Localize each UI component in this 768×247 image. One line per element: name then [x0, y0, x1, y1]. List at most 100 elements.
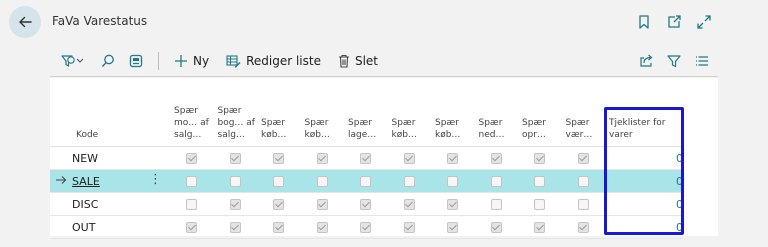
table-row[interactable]: NEW 0 — [50, 146, 683, 170]
checkbox-checked[interactable] — [229, 199, 241, 210]
spaer-cell — [300, 215, 344, 239]
spaer-cell — [431, 192, 475, 216]
column-header-spaer[interactable]: Spær bog… af salg… — [213, 78, 257, 147]
column-header-spaer[interactable]: Spær ned… — [474, 78, 518, 147]
checkbox-checked[interactable] — [490, 153, 502, 164]
search-icon[interactable] — [100, 47, 116, 75]
bookmark-icon[interactable] — [634, 12, 654, 32]
kode-cell[interactable]: DISC — [72, 192, 170, 216]
spaer-cell — [518, 215, 562, 239]
checkbox-unchecked[interactable] — [447, 176, 459, 187]
checkbox-checked[interactable] — [186, 153, 198, 164]
spaer-cell — [561, 215, 605, 239]
checkbox-unchecked[interactable] — [534, 176, 546, 187]
column-header-kode[interactable]: Kode — [72, 78, 170, 147]
column-header-spaer[interactable]: Spær vær… — [561, 78, 605, 147]
spaer-cell — [257, 169, 301, 193]
checkbox-checked[interactable] — [229, 222, 241, 233]
checkbox-checked[interactable] — [577, 222, 589, 233]
filter-views-icon — [61, 55, 84, 67]
toolbar-separator — [158, 52, 159, 70]
checkbox-checked[interactable] — [534, 222, 546, 233]
spaer-cell — [213, 146, 257, 170]
checkbox-checked[interactable] — [534, 153, 546, 164]
open-new-window-icon[interactable] — [664, 12, 684, 32]
table-row[interactable]: OUT 0 — [50, 215, 683, 239]
new-button[interactable]: Ny — [174, 47, 209, 75]
checkbox-unchecked[interactable] — [490, 199, 502, 210]
kode-value[interactable]: OUT — [72, 221, 95, 234]
column-header-spaer[interactable]: Spær køb… — [387, 78, 431, 147]
checkbox-checked[interactable] — [273, 222, 285, 233]
column-header-spaer[interactable]: Spær køb… — [431, 78, 475, 147]
checkbox-checked[interactable] — [316, 222, 328, 233]
kode-value[interactable]: NEW — [72, 152, 98, 165]
expand-icon[interactable] — [694, 12, 714, 32]
checkbox-unchecked[interactable] — [403, 176, 415, 187]
row-marker — [50, 169, 72, 193]
spaer-cell — [300, 169, 344, 193]
checkbox-checked[interactable] — [273, 153, 285, 164]
share-icon[interactable] — [638, 47, 654, 75]
edit-list-button-label: Rediger liste — [246, 54, 321, 68]
delete-button-label: Slet — [354, 54, 379, 68]
views-dropdown-button[interactable] — [60, 47, 86, 75]
checkbox-unchecked[interactable] — [577, 176, 589, 187]
spaer-cell — [518, 192, 562, 216]
analyze-icon[interactable] — [128, 47, 144, 75]
checkbox-unchecked[interactable] — [316, 176, 328, 187]
checkbox-checked[interactable] — [360, 153, 372, 164]
checkbox-unchecked[interactable] — [577, 199, 589, 210]
column-header-spaer[interactable]: Spær lage… — [344, 78, 388, 147]
checkbox-unchecked[interactable] — [360, 176, 372, 187]
checkbox-checked[interactable] — [447, 199, 459, 210]
column-header-spaer[interactable]: Spær opr… — [518, 78, 562, 147]
kode-cell[interactable]: NEW — [72, 146, 170, 170]
spaer-cell — [300, 192, 344, 216]
edit-list-button[interactable]: Rediger liste — [226, 47, 321, 75]
checkbox-unchecked[interactable] — [273, 176, 285, 187]
checkbox-checked[interactable] — [490, 222, 502, 233]
kode-cell[interactable]: OUT — [72, 215, 170, 239]
column-header-spaer[interactable]: Spær køb… — [257, 78, 301, 147]
checkbox-checked[interactable] — [403, 222, 415, 233]
checkbox-checked[interactable] — [273, 199, 285, 210]
kode-value[interactable]: DISC — [72, 198, 98, 211]
checkbox-checked[interactable] — [360, 222, 372, 233]
plus-icon — [175, 55, 187, 67]
spaer-cell — [170, 169, 214, 193]
checkbox-checked[interactable] — [403, 153, 415, 164]
kode-cell[interactable]: SALE ⋮ — [72, 169, 170, 193]
table-row[interactable]: DISC 0 — [50, 192, 683, 216]
checkbox-checked[interactable] — [229, 153, 241, 164]
filter-icon[interactable] — [666, 47, 682, 75]
checkbox-checked[interactable] — [403, 199, 415, 210]
list-view-icon[interactable] — [694, 47, 710, 75]
checkbox-unchecked[interactable] — [186, 176, 198, 187]
checkbox-checked[interactable] — [577, 153, 589, 164]
column-header-spaer[interactable]: Spær mo… af salg… — [170, 78, 214, 147]
page-title: FaVa Varestatus — [52, 14, 148, 28]
checkbox-checked[interactable] — [186, 222, 198, 233]
edit-list-icon — [226, 55, 241, 68]
back-button[interactable] — [9, 6, 41, 38]
checkbox-checked[interactable] — [360, 199, 372, 210]
spaer-cell — [170, 146, 214, 170]
spaer-cell — [257, 215, 301, 239]
row-marker-header — [50, 78, 72, 147]
delete-button[interactable]: Slet — [338, 47, 378, 75]
checkbox-unchecked[interactable] — [534, 199, 546, 210]
column-header-spaer[interactable]: Spær køb… — [300, 78, 344, 147]
checkbox-unchecked[interactable] — [229, 176, 241, 187]
checkbox-checked[interactable] — [447, 222, 459, 233]
checkbox-checked[interactable] — [316, 153, 328, 164]
checkbox-unchecked[interactable] — [186, 199, 198, 210]
checkbox-checked[interactable] — [447, 153, 459, 164]
new-button-label: Ny — [193, 54, 210, 68]
spaer-cell — [518, 146, 562, 170]
kode-value[interactable]: SALE — [72, 175, 100, 188]
row-menu-icon[interactable]: ⋮ — [149, 173, 162, 187]
table-row[interactable]: SALE ⋮ 0 — [50, 169, 683, 193]
checkbox-unchecked[interactable] — [490, 176, 502, 187]
checkbox-checked[interactable] — [316, 199, 328, 210]
